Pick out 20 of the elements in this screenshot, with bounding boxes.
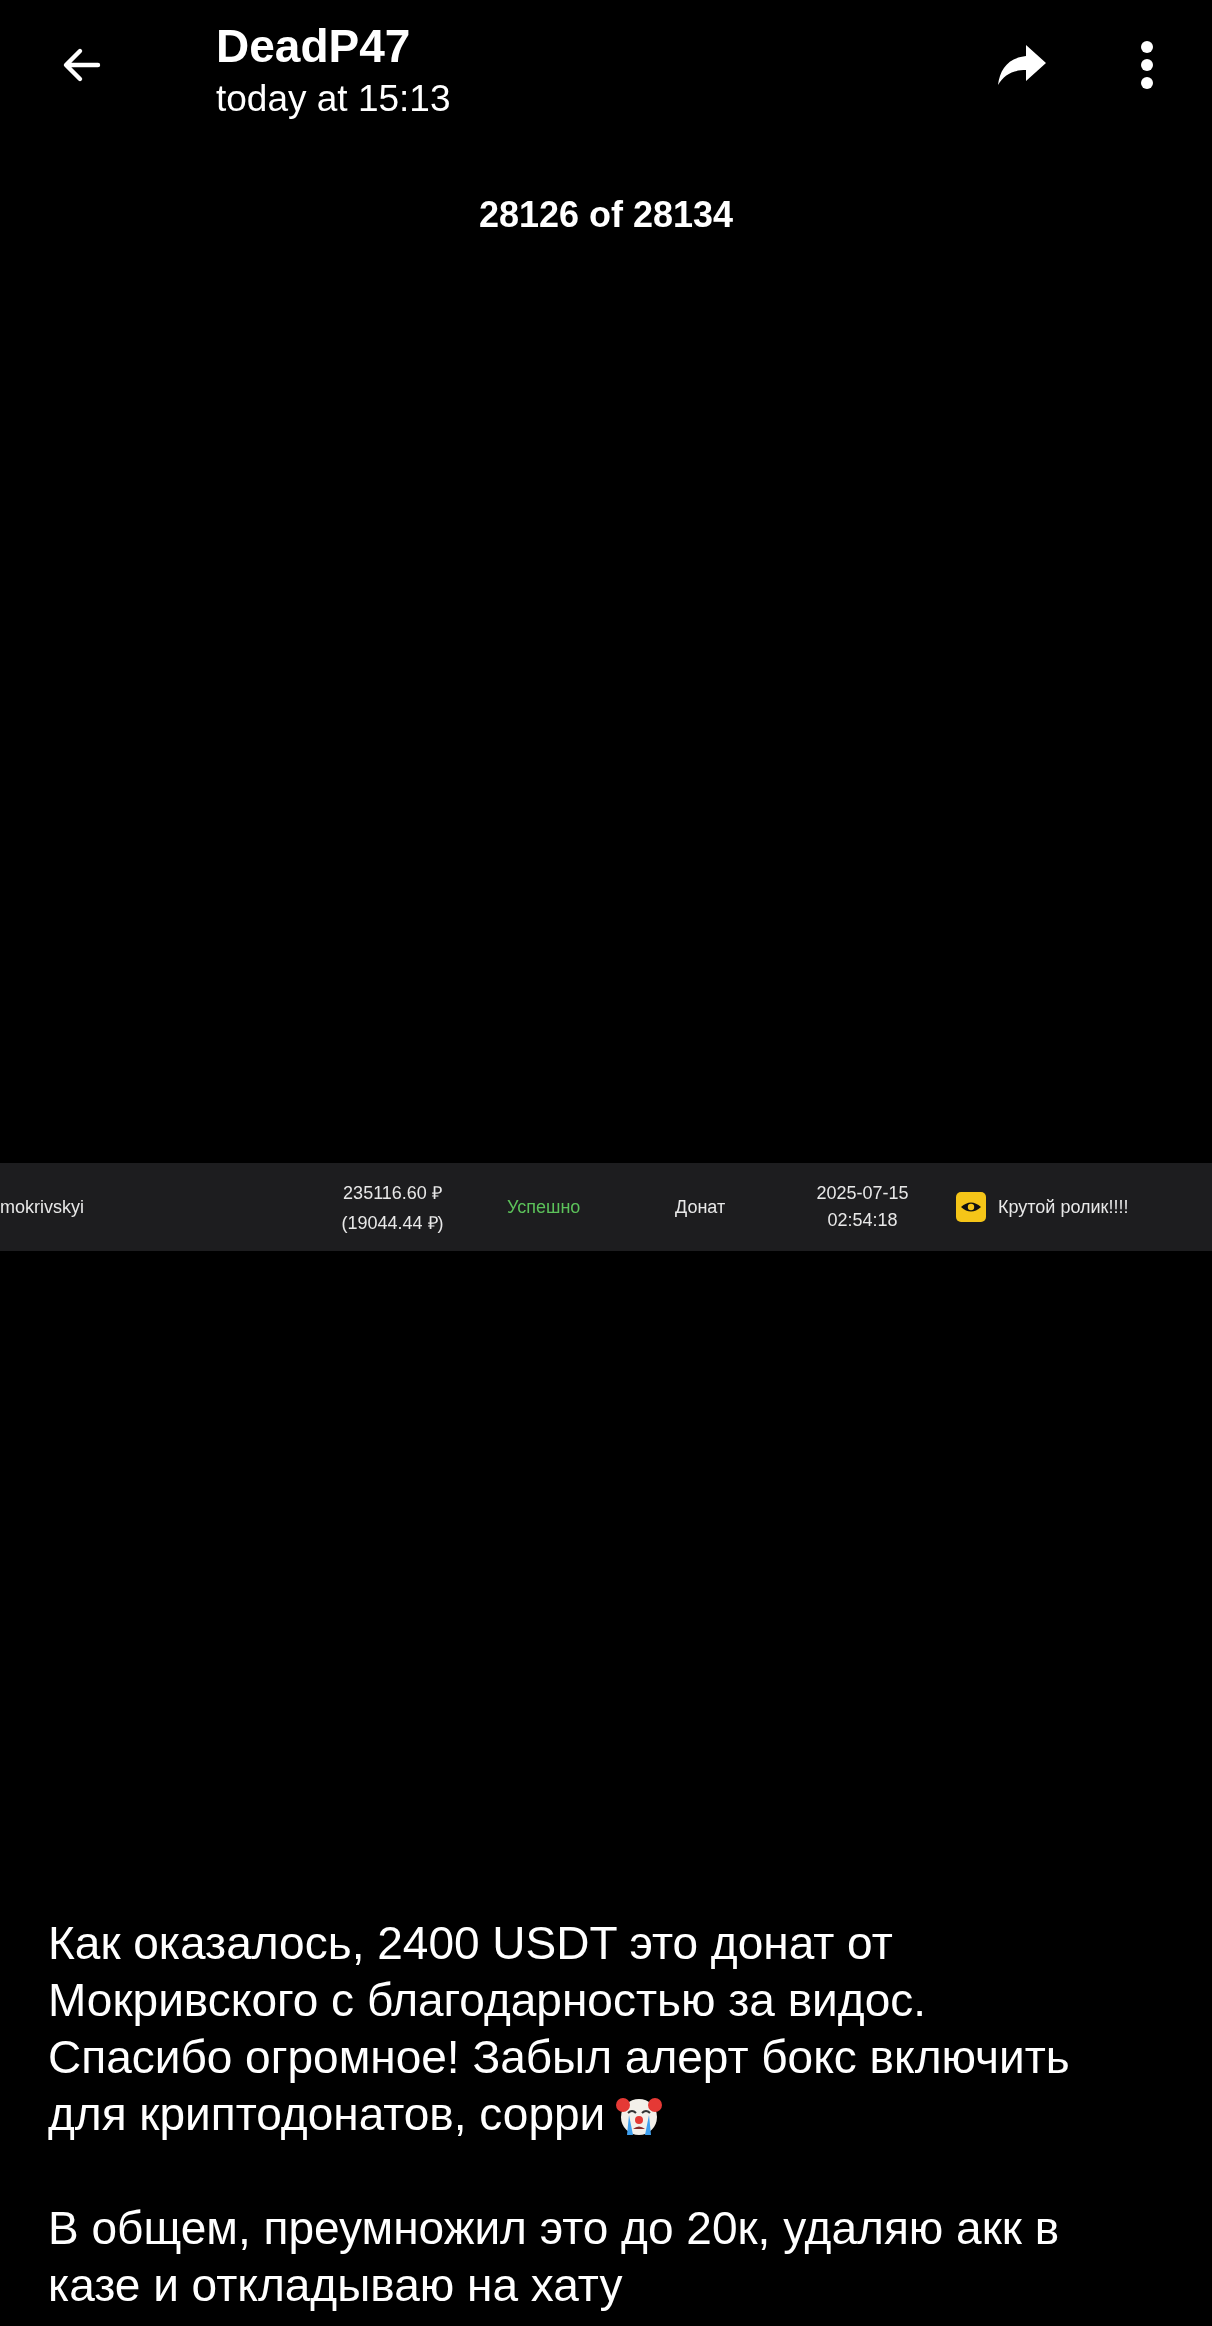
caption-line: В общем, преумножил это до 20к, удаляю акк в [48,2201,1060,2256]
caption-line: казе и откладываю на хату [48,2258,623,2313]
table-cell: mokrivskyi [0,1196,84,1218]
caption-line: Мокривского с благодарностью за видос. [48,1973,927,2028]
timestamp: today at 15:13 [216,77,452,121]
comment-text: Крутой ролик!!!! [998,1196,1129,1218]
table-cell-text: (19044.44 ₽) [341,1212,444,1234]
photo-counter: 28126 of 28134 [478,194,734,236]
caption-line: для криптодонатов, сорри [48,2087,606,2142]
menu-icon[interactable] [1140,40,1154,90]
table-cell-text: 235116.60 ₽ [343,1182,442,1204]
status-text: Успешно [507,1196,581,1218]
eye-icon [956,1192,986,1222]
table-cell: Донат [675,1196,726,1218]
caption-line: Спасибо огромное! Забыл алерт бокс включить [48,2030,1070,2085]
share-icon[interactable] [996,43,1048,87]
table-cell: 2025-07-15 [816,1183,909,1204]
caption-line: Как оказалось, 2400 USDT это донат от [48,1916,893,1971]
chat-title: DeadP47 [216,19,412,74]
table-cell: 02:54:18 [827,1210,898,1231]
